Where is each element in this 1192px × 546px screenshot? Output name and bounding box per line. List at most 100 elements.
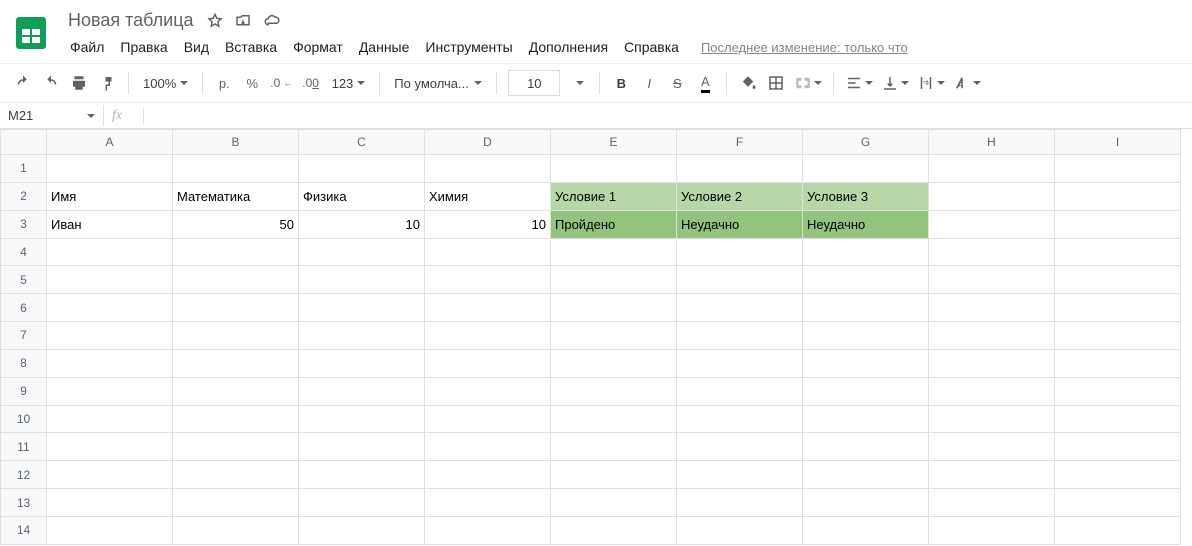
cell-F13[interactable] xyxy=(677,489,803,517)
cell-C10[interactable] xyxy=(299,405,425,433)
cell-E5[interactable] xyxy=(551,266,677,294)
cell-E4[interactable] xyxy=(551,238,677,266)
strikethrough-button[interactable]: S xyxy=(664,70,690,96)
cell-C9[interactable] xyxy=(299,377,425,405)
borders-button[interactable] xyxy=(763,70,789,96)
cell-G5[interactable] xyxy=(803,266,929,294)
cell-C1[interactable] xyxy=(299,155,425,183)
cell-B6[interactable] xyxy=(173,294,299,322)
bold-button[interactable]: B xyxy=(608,70,634,96)
menu-view[interactable]: Вид xyxy=(176,35,217,59)
move-icon[interactable] xyxy=(234,12,252,30)
cell-F6[interactable] xyxy=(677,294,803,322)
cell-D3[interactable]: 10 xyxy=(425,210,551,238)
cell-H14[interactable] xyxy=(929,516,1055,544)
format-percent-button[interactable]: % xyxy=(239,70,265,96)
document-title[interactable]: Новая таблица xyxy=(62,8,200,33)
cell-A14[interactable] xyxy=(47,516,173,544)
paint-format-button[interactable] xyxy=(94,70,120,96)
cell-G2[interactable]: Условие 3 xyxy=(803,182,929,210)
formula-bar[interactable] xyxy=(144,113,1192,119)
fill-color-button[interactable] xyxy=(735,70,761,96)
row-header-1[interactable]: 1 xyxy=(1,155,47,183)
increase-decimal-button[interactable]: .00 xyxy=(298,70,324,96)
row-header-9[interactable]: 9 xyxy=(1,377,47,405)
cell-F8[interactable] xyxy=(677,349,803,377)
menu-help[interactable]: Справка xyxy=(616,35,687,59)
cell-H13[interactable] xyxy=(929,489,1055,517)
menu-addons[interactable]: Дополнения xyxy=(521,35,616,59)
cell-D10[interactable] xyxy=(425,405,551,433)
col-header-H[interactable]: H xyxy=(929,130,1055,155)
cell-E9[interactable] xyxy=(551,377,677,405)
cell-E10[interactable] xyxy=(551,405,677,433)
cell-C5[interactable] xyxy=(299,266,425,294)
last-edit-link[interactable]: Последнее изменение: только что xyxy=(701,40,908,55)
font-size-input[interactable]: 10 xyxy=(508,70,560,96)
cell-B12[interactable] xyxy=(173,461,299,489)
col-header-D[interactable]: D xyxy=(425,130,551,155)
row-header-2[interactable]: 2 xyxy=(1,182,47,210)
menu-data[interactable]: Данные xyxy=(351,35,418,59)
cell-A8[interactable] xyxy=(47,349,173,377)
cell-H1[interactable] xyxy=(929,155,1055,183)
italic-button[interactable]: I xyxy=(636,70,662,96)
cell-B5[interactable] xyxy=(173,266,299,294)
cell-H5[interactable] xyxy=(929,266,1055,294)
cell-I2[interactable] xyxy=(1055,182,1181,210)
cell-B3[interactable]: 50 xyxy=(173,210,299,238)
cell-E1[interactable] xyxy=(551,155,677,183)
col-header-I[interactable]: I xyxy=(1055,130,1181,155)
cell-A9[interactable] xyxy=(47,377,173,405)
cell-E13[interactable] xyxy=(551,489,677,517)
cell-A10[interactable] xyxy=(47,405,173,433)
cell-D2[interactable]: Химия xyxy=(425,182,551,210)
cell-D13[interactable] xyxy=(425,489,551,517)
menu-insert[interactable]: Вставка xyxy=(217,35,285,59)
star-icon[interactable] xyxy=(206,12,224,30)
row-header-13[interactable]: 13 xyxy=(1,489,47,517)
cell-A12[interactable] xyxy=(47,461,173,489)
cell-D1[interactable] xyxy=(425,155,551,183)
cell-A11[interactable] xyxy=(47,433,173,461)
cell-C12[interactable] xyxy=(299,461,425,489)
halign-button[interactable] xyxy=(842,70,876,96)
cell-D4[interactable] xyxy=(425,238,551,266)
cell-G14[interactable] xyxy=(803,516,929,544)
cell-E6[interactable] xyxy=(551,294,677,322)
more-formats-dropdown[interactable]: 123 xyxy=(326,70,372,96)
cell-F3[interactable]: Неудачно xyxy=(677,210,803,238)
cell-H8[interactable] xyxy=(929,349,1055,377)
cell-G13[interactable] xyxy=(803,489,929,517)
cell-B9[interactable] xyxy=(173,377,299,405)
format-currency-button[interactable]: р. xyxy=(211,70,237,96)
spreadsheet-grid[interactable]: A B C D E F G H I 12ИмяМатематикаФизикаХ… xyxy=(0,129,1181,545)
cell-B13[interactable] xyxy=(173,489,299,517)
cloud-status-icon[interactable] xyxy=(262,12,282,30)
cell-A1[interactable] xyxy=(47,155,173,183)
cell-G9[interactable] xyxy=(803,377,929,405)
row-header-12[interactable]: 12 xyxy=(1,461,47,489)
cell-A4[interactable] xyxy=(47,238,173,266)
cell-B10[interactable] xyxy=(173,405,299,433)
cell-B11[interactable] xyxy=(173,433,299,461)
cell-G11[interactable] xyxy=(803,433,929,461)
cell-D9[interactable] xyxy=(425,377,551,405)
wrap-button[interactable] xyxy=(914,70,948,96)
row-header-8[interactable]: 8 xyxy=(1,349,47,377)
cell-G4[interactable] xyxy=(803,238,929,266)
cell-E8[interactable] xyxy=(551,349,677,377)
cell-B2[interactable]: Математика xyxy=(173,182,299,210)
cell-F11[interactable] xyxy=(677,433,803,461)
col-header-F[interactable]: F xyxy=(677,130,803,155)
text-color-button[interactable]: A xyxy=(692,70,718,96)
cell-F10[interactable] xyxy=(677,405,803,433)
cell-H9[interactable] xyxy=(929,377,1055,405)
cell-D12[interactable] xyxy=(425,461,551,489)
cell-I6[interactable] xyxy=(1055,294,1181,322)
cell-I9[interactable] xyxy=(1055,377,1181,405)
app-logo[interactable] xyxy=(8,10,54,56)
cell-D7[interactable] xyxy=(425,322,551,350)
select-all-corner[interactable] xyxy=(1,130,47,155)
cell-H12[interactable] xyxy=(929,461,1055,489)
